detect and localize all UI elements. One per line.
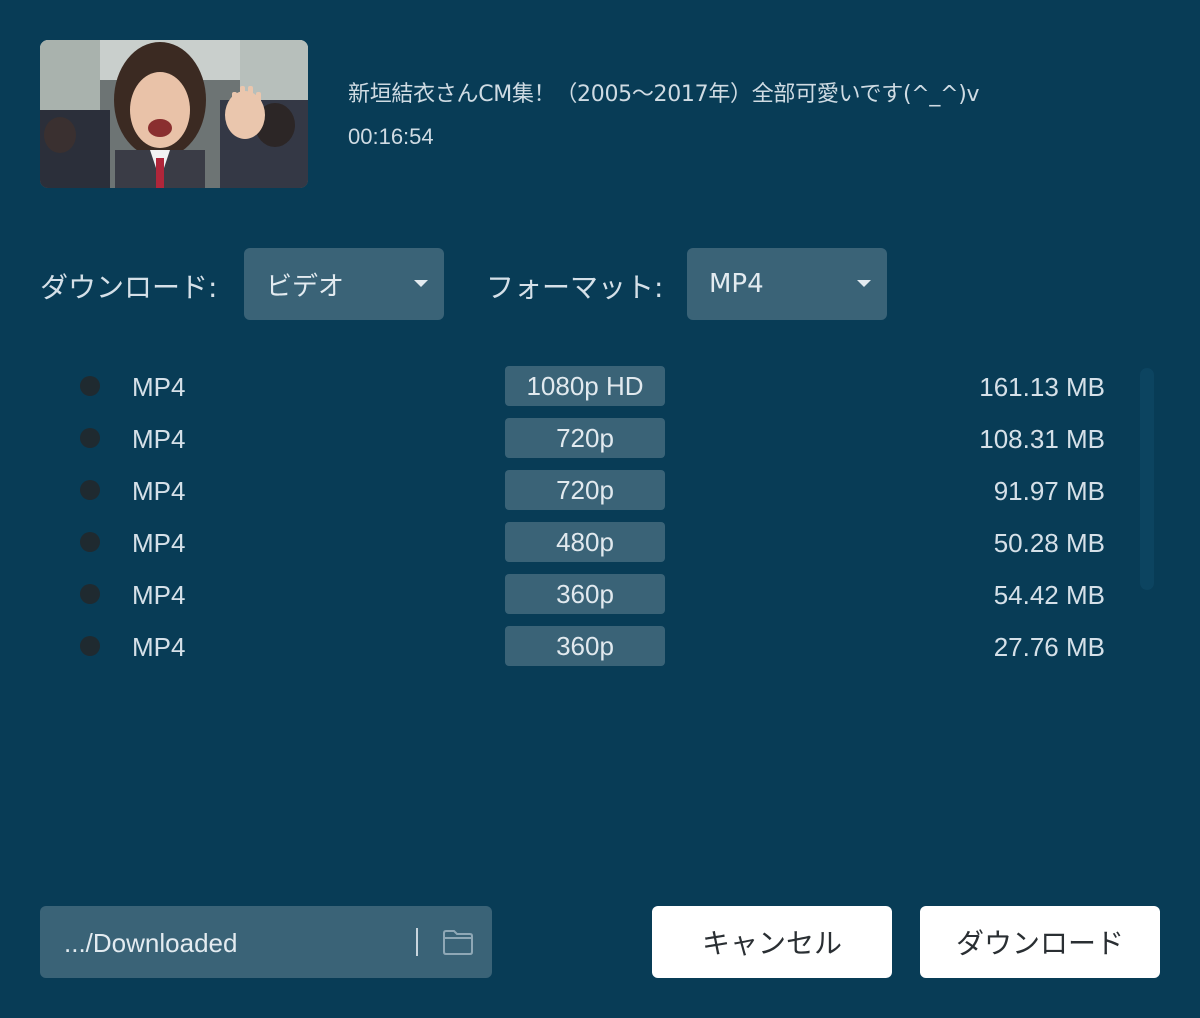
option-size: 50.28 MB xyxy=(993,528,1105,558)
option-size: 27.76 MB xyxy=(993,632,1105,662)
option-resolution: 720p xyxy=(505,418,665,458)
option-resolution: 360p xyxy=(505,574,665,614)
format-value: MP4 xyxy=(709,269,764,299)
download-type-label: ダウンロード: xyxy=(40,271,218,304)
option-resolution: 720p xyxy=(505,470,665,510)
video-title: 新垣結衣さんCM集！（2005〜2017年）全部可愛いです(^_^)v xyxy=(348,82,980,107)
quality-option-row[interactable]: MP4 360p 54.42 MB xyxy=(60,568,1120,620)
radio-button[interactable] xyxy=(80,480,100,500)
caret-down-icon xyxy=(414,280,428,287)
download-type-value: ビデオ xyxy=(266,271,345,302)
option-resolution: 1080p HD xyxy=(505,366,665,406)
option-size: 91.97 MB xyxy=(993,476,1105,506)
quality-option-row[interactable]: MP4 360p 27.76 MB xyxy=(60,620,1120,672)
format-select[interactable]: MP4 xyxy=(687,248,887,320)
radio-button[interactable] xyxy=(80,532,100,552)
video-duration: 00:16:54 xyxy=(348,124,434,149)
quality-option-row[interactable]: MP4 480p 50.28 MB xyxy=(60,516,1120,568)
quality-option-row[interactable]: MP4 720p 91.97 MB xyxy=(60,464,1120,516)
option-resolution: 480p xyxy=(505,522,665,562)
cancel-button[interactable]: キャンセル xyxy=(652,906,892,978)
quality-options-list: MP4 1080p HD 161.13 MB MP4 720p 108.31 M… xyxy=(60,360,1120,672)
option-format: MP4 xyxy=(132,632,186,662)
radio-button[interactable] xyxy=(80,636,100,656)
radio-button[interactable] xyxy=(80,584,100,604)
download-type-select[interactable]: ビデオ xyxy=(244,248,444,320)
save-path-field[interactable]: .../Downloaded xyxy=(40,906,492,978)
quality-option-row[interactable]: MP4 1080p HD 161.13 MB xyxy=(60,360,1120,412)
radio-button[interactable] xyxy=(80,428,100,448)
option-format: MP4 xyxy=(132,476,186,506)
option-format: MP4 xyxy=(132,528,186,558)
folder-icon[interactable] xyxy=(442,928,474,956)
option-size: 161.13 MB xyxy=(979,372,1105,402)
save-path-text: .../Downloaded xyxy=(64,928,238,958)
option-resolution: 360p xyxy=(505,626,665,666)
radio-button[interactable] xyxy=(80,376,100,396)
option-format: MP4 xyxy=(132,424,186,454)
quality-option-row[interactable]: MP4 720p 108.31 MB xyxy=(60,412,1120,464)
path-divider xyxy=(416,928,418,956)
video-thumbnail xyxy=(40,40,308,188)
option-size: 54.42 MB xyxy=(993,580,1105,610)
list-scrollbar[interactable] xyxy=(1140,368,1154,590)
download-button[interactable]: ダウンロード xyxy=(920,906,1160,978)
caret-down-icon xyxy=(857,280,871,287)
option-format: MP4 xyxy=(132,372,186,402)
format-label: フォーマット: xyxy=(486,271,664,304)
option-size: 108.31 MB xyxy=(979,424,1105,454)
option-format: MP4 xyxy=(132,580,186,610)
